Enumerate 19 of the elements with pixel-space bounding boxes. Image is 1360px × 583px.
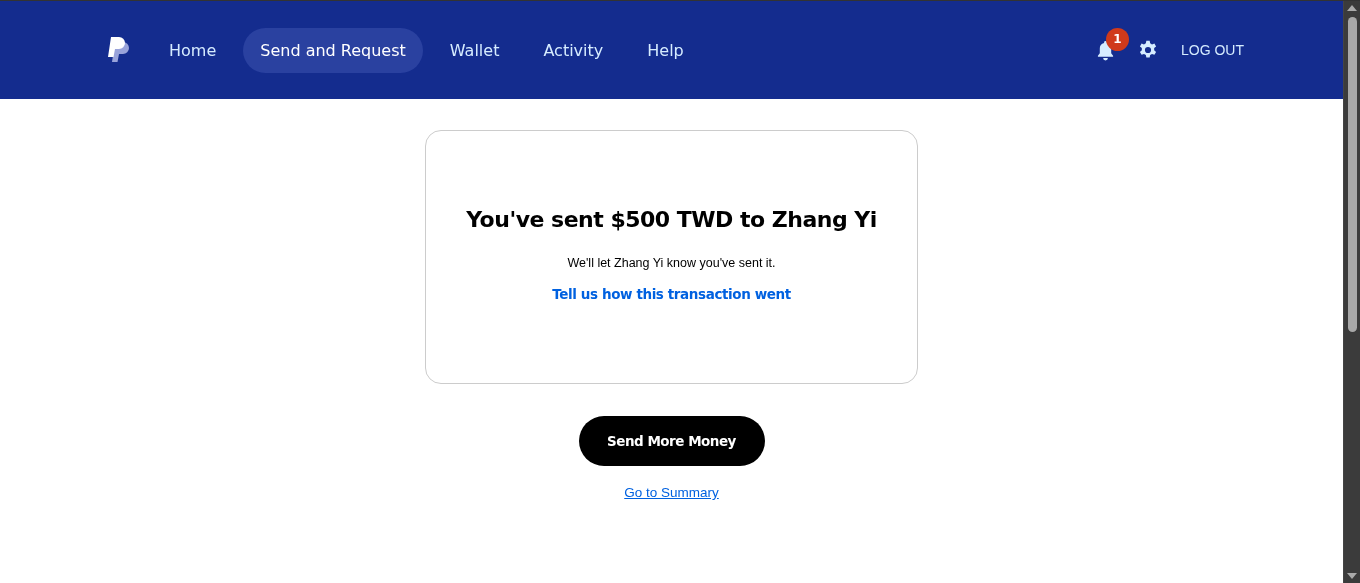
feedback-link[interactable]: Tell us how this transaction went [552,286,791,302]
scrollbar-thumb[interactable] [1347,17,1357,332]
send-more-money-button[interactable]: Send More Money [578,416,765,466]
summary-link[interactable]: Go to Summary [624,485,719,500]
nav-tab[interactable]: Home [158,27,234,73]
nav-tab[interactable]: Send and Request [243,27,423,73]
notification-count: 1 [1106,27,1129,51]
logo-icon[interactable] [107,36,131,64]
confirmation-message: We'll let Zhang Yi know you've sent it. [567,256,776,270]
nav-tab[interactable]: Wallet [432,27,517,73]
nav-tab[interactable]: Help [630,27,701,73]
nav-tab[interactable]: Activity [526,27,621,73]
notification-bell-icon[interactable] [1096,39,1115,61]
scroll-down-icon[interactable] [1347,573,1357,579]
scrollbar[interactable] [1343,1,1360,583]
confirmation-heading: You've sent $500 TWD to Zhang Yi [466,207,877,232]
scroll-up-icon[interactable] [1347,5,1357,11]
settings-icon[interactable] [1138,40,1158,60]
log-out-link[interactable]: LOG OUT [1181,42,1244,58]
